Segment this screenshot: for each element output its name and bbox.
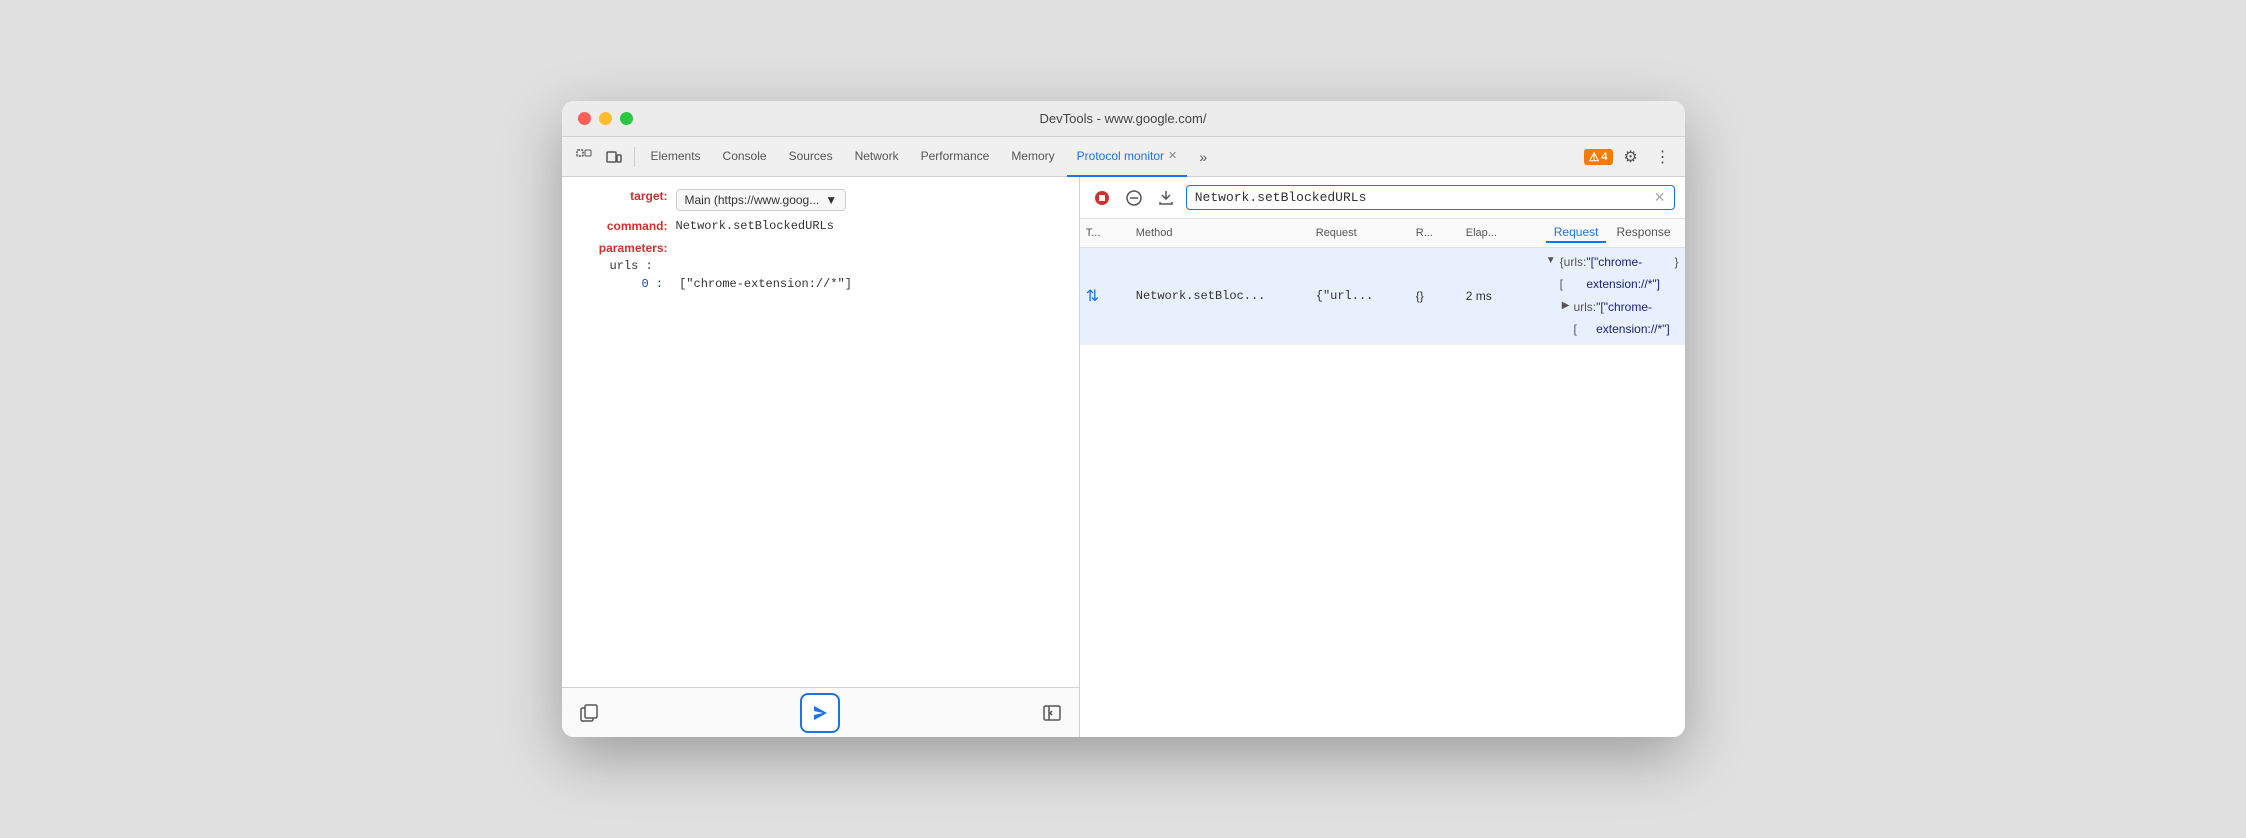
tab-response[interactable]: Response	[1608, 223, 1678, 243]
col-t-value: ⇅	[1080, 286, 1130, 306]
left-content: target: Main (https://www.goog... ▼ comm…	[562, 177, 1079, 687]
devtools-toolbar: Elements Console Sources Network Perform…	[562, 137, 1685, 177]
toolbar-separator	[634, 147, 635, 167]
left-panel: target: Main (https://www.goog... ▼ comm…	[562, 177, 1080, 737]
command-bar: ✕	[1080, 177, 1685, 219]
tab-sources[interactable]: Sources	[779, 137, 843, 177]
toolbar-right: ⚠ 4 ⚙ ⋮	[1584, 143, 1677, 171]
col-header-t: T...	[1080, 227, 1130, 239]
clear-icon[interactable]	[1122, 186, 1146, 210]
main-content: target: Main (https://www.goog... ▼ comm…	[562, 177, 1685, 737]
bidirectional-arrow-icon: ⇅	[1086, 286, 1099, 306]
table-detail-tabs: Request Response	[1540, 223, 1685, 243]
index-label: 0 :	[642, 277, 664, 291]
right-panel: ✕ T... Method Request R... Elap... Reque…	[1080, 177, 1685, 737]
more-vert-icon[interactable]: ⋮	[1649, 143, 1677, 171]
index-value: ["chrome-extension://*"]	[679, 277, 852, 291]
command-row: command: Network.setBlockedURLs	[578, 219, 1063, 233]
col-elapsed-value: 2 ms	[1460, 289, 1540, 303]
traffic-lights	[578, 112, 633, 125]
tab-performance[interactable]: Performance	[911, 137, 1000, 177]
col-header-r: R...	[1410, 227, 1460, 239]
tab-memory[interactable]: Memory	[1001, 137, 1064, 177]
tab-request[interactable]: Request	[1546, 223, 1607, 243]
detail-content: ▼ {urls: [ "["chrome-extension://*"] } ▶…	[1540, 248, 1685, 344]
settings-icon[interactable]: ⚙	[1617, 143, 1645, 171]
send-button[interactable]	[800, 693, 840, 733]
expand-icon-2[interactable]: ▶	[1562, 297, 1570, 315]
col-r-value: {}	[1410, 289, 1460, 303]
minimize-button[interactable]	[599, 112, 612, 125]
devtools-window: DevTools - www.google.com/ Elements Cons…	[562, 101, 1685, 737]
sidebar-toggle-icon[interactable]	[1037, 698, 1067, 728]
stop-recording-button[interactable]	[1090, 186, 1114, 210]
col-header-method: Method	[1130, 227, 1310, 239]
input-clear-icon[interactable]: ✕	[1654, 189, 1666, 206]
close-button[interactable]	[578, 112, 591, 125]
maximize-button[interactable]	[620, 112, 633, 125]
notification-badge[interactable]: ⚠ 4	[1584, 149, 1613, 165]
detail-line-1: ▼ {urls: [ "["chrome-extension://*"] }	[1546, 252, 1679, 295]
col-request-value: {"url...	[1310, 289, 1410, 303]
more-tabs-icon[interactable]: »	[1189, 143, 1217, 171]
command-input[interactable]	[1195, 190, 1654, 205]
device-toggle-icon[interactable]	[600, 143, 628, 171]
target-label: target:	[578, 189, 668, 203]
parameters-label: parameters:	[578, 241, 668, 255]
table-header: T... Method Request R... Elap... Request…	[1080, 219, 1685, 248]
tab-elements[interactable]: Elements	[641, 137, 711, 177]
col-method-value: Network.setBloc...	[1130, 289, 1310, 303]
title-bar: DevTools - www.google.com/	[562, 101, 1685, 137]
detail-line-2: ▶ urls: [ "["chrome-extension://*"]	[1562, 297, 1679, 340]
select-element-icon[interactable]	[570, 143, 598, 171]
command-input-wrap[interactable]: ✕	[1186, 185, 1675, 210]
dropdown-arrow-icon: ▼	[825, 193, 837, 207]
tab-protocol-monitor[interactable]: Protocol monitor ✕	[1067, 137, 1188, 177]
urls-label: urls :	[610, 259, 653, 273]
tab-console[interactable]: Console	[713, 137, 777, 177]
command-value: Network.setBlockedURLs	[676, 219, 834, 233]
left-bottom-bar	[562, 687, 1079, 737]
col-header-request: Request	[1310, 227, 1410, 239]
tab-network[interactable]: Network	[845, 137, 909, 177]
download-icon[interactable]	[1154, 186, 1178, 210]
command-label: command:	[578, 219, 668, 233]
expand-icon-1[interactable]: ▼	[1546, 252, 1556, 270]
urls-row: urls :	[610, 259, 1063, 273]
index-row: 0 : ["chrome-extension://*"]	[642, 277, 1063, 291]
target-row: target: Main (https://www.goog... ▼	[578, 189, 1063, 211]
parameters-row: parameters:	[578, 241, 1063, 255]
window-title: DevTools - www.google.com/	[1040, 111, 1207, 126]
tab-close-icon[interactable]: ✕	[1168, 149, 1177, 162]
target-dropdown[interactable]: Main (https://www.goog... ▼	[676, 189, 847, 211]
table-row[interactable]: ⇅ Network.setBloc... {"url... {} 2 ms ▼ …	[1080, 248, 1685, 345]
col-header-elapsed: Elap...	[1460, 227, 1540, 239]
copy-icon[interactable]	[574, 698, 604, 728]
